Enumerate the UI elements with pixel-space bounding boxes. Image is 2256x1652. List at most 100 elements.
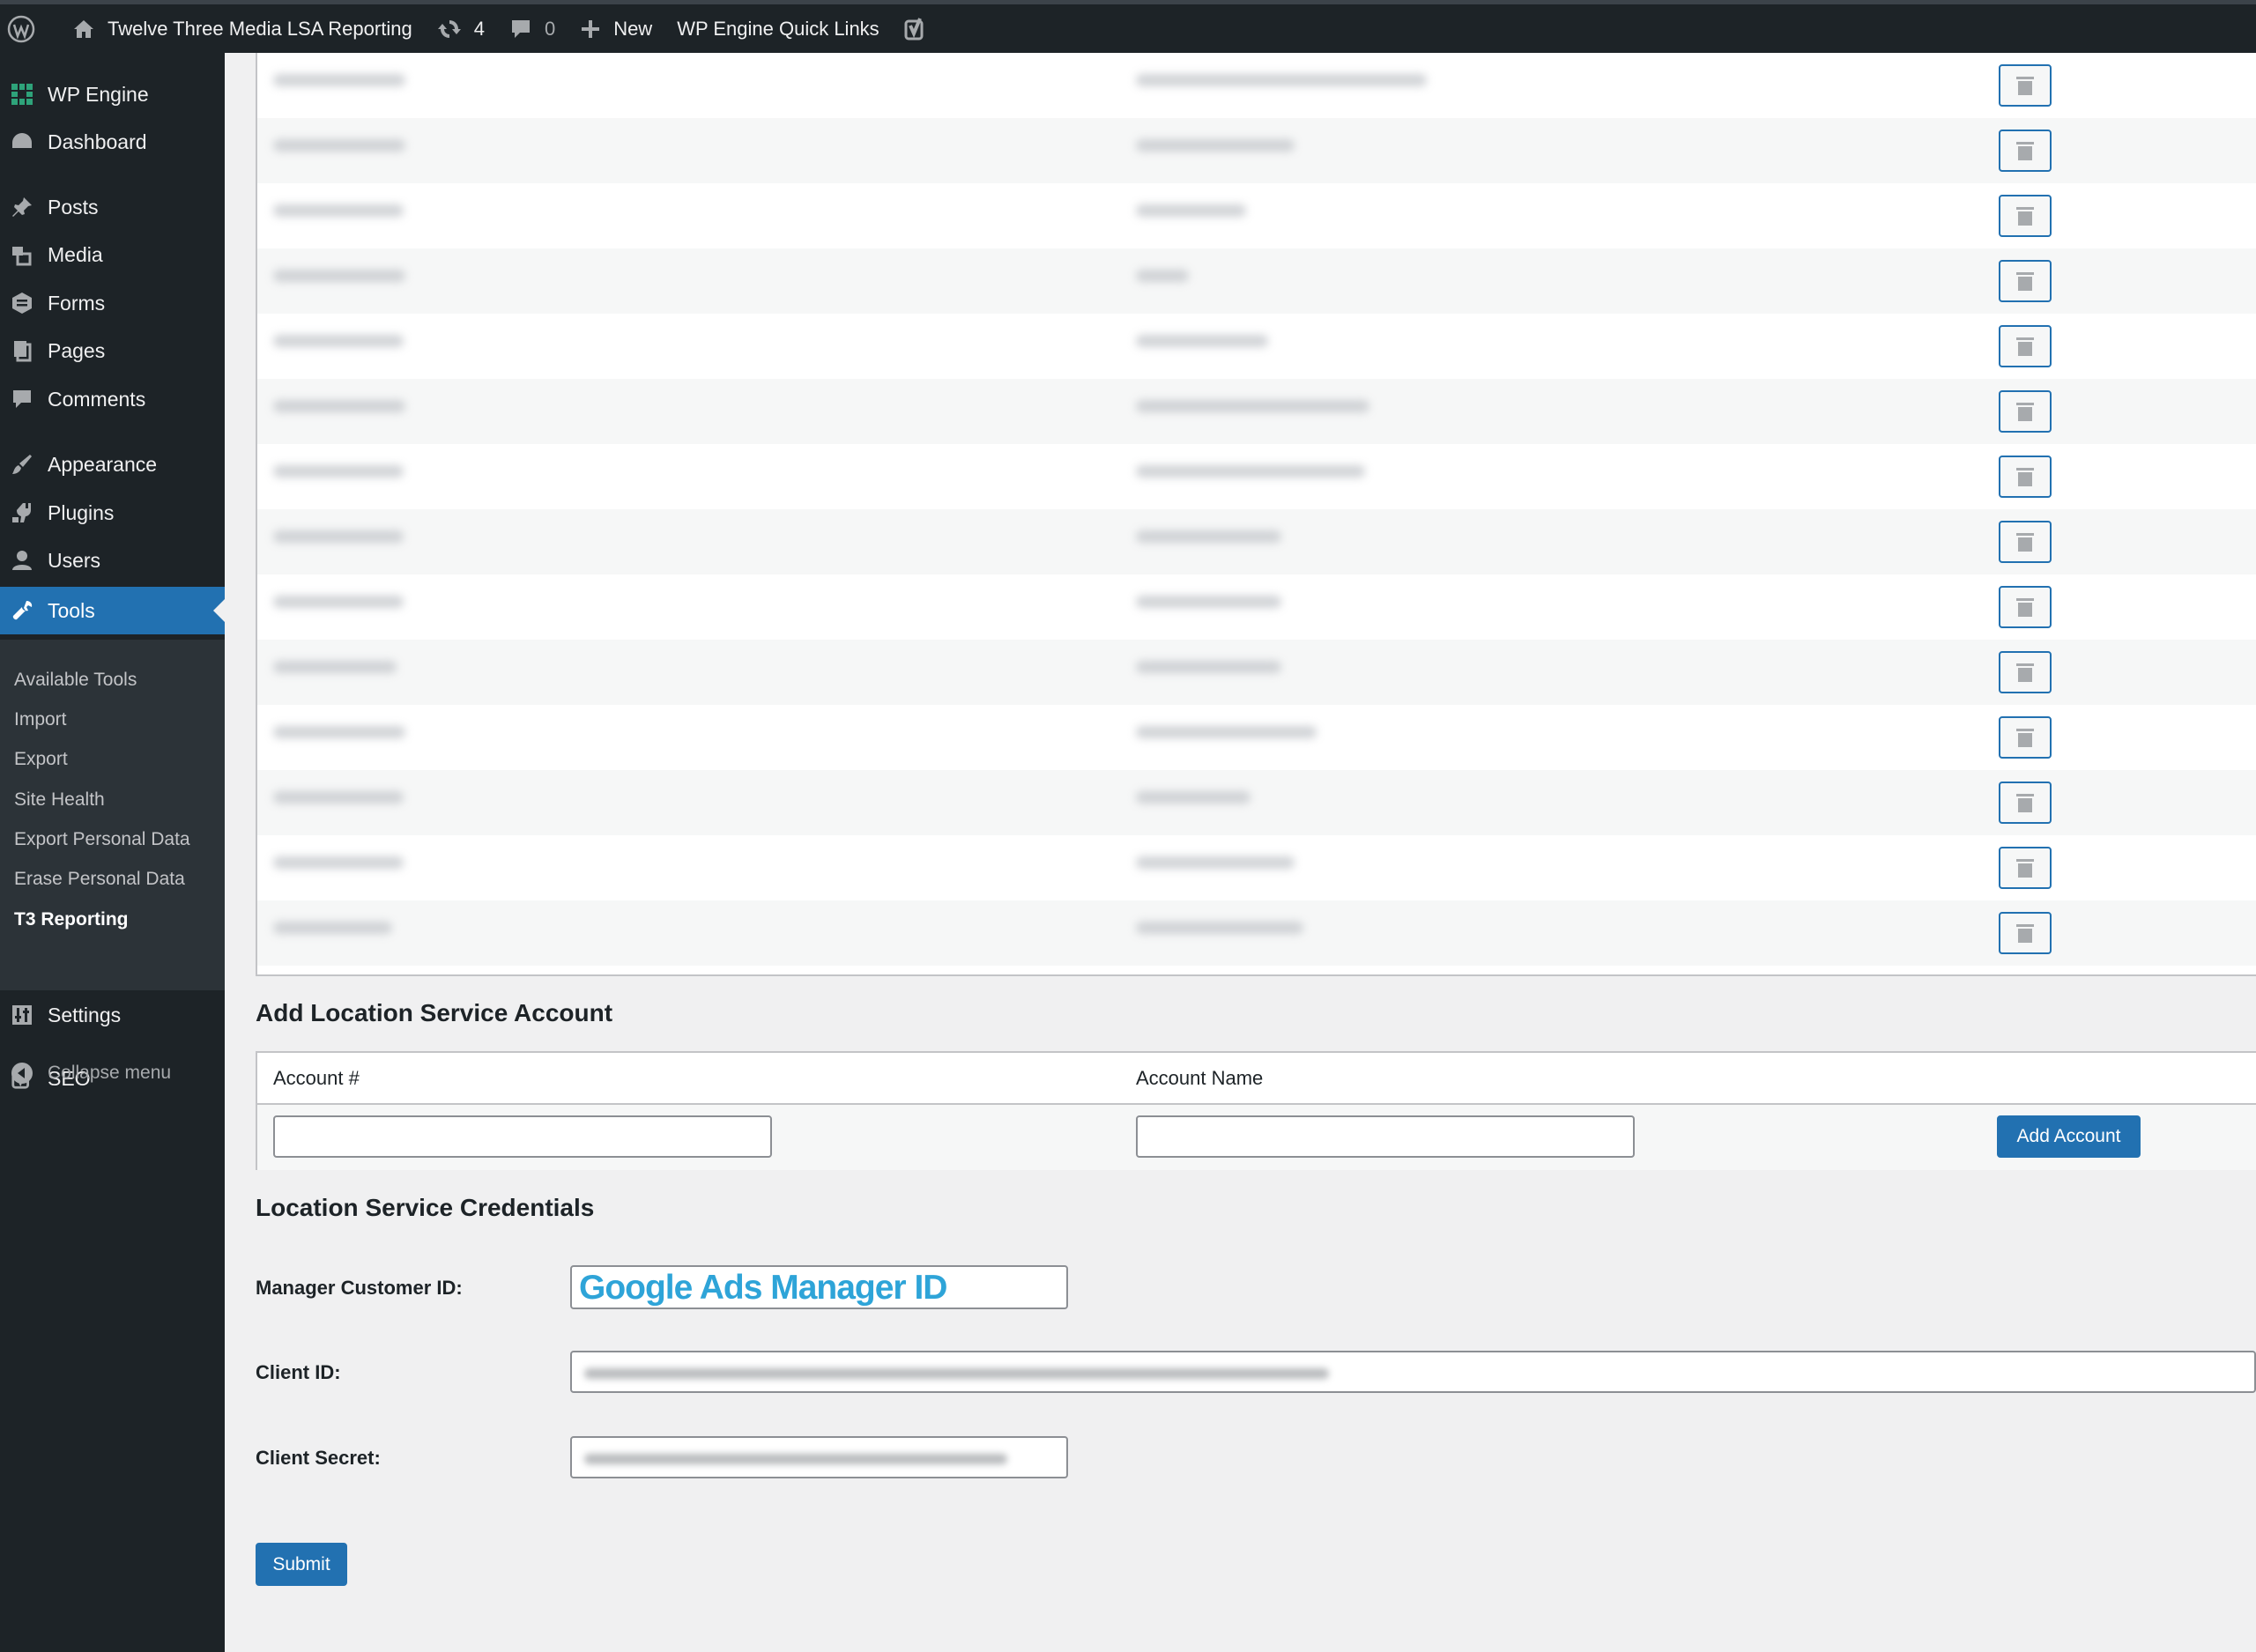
- trash-icon: [2016, 663, 2034, 682]
- site-name-link[interactable]: Twelve Three Media LSA Reporting: [72, 4, 412, 53]
- submenu-item-import[interactable]: Import: [14, 709, 67, 730]
- delete-account-button[interactable]: [1999, 782, 2052, 824]
- yoast-seo-menu[interactable]: [904, 4, 941, 53]
- redacted-account-name: [1136, 465, 1365, 478]
- plus-icon: [582, 19, 600, 38]
- trash-icon: [2016, 924, 2034, 943]
- redacted-account-number: [273, 400, 405, 412]
- settings-icon: [12, 1005, 32, 1025]
- trash-icon: [2016, 859, 2034, 878]
- trash-icon: [2016, 142, 2034, 160]
- sidebar-item-comments[interactable]: Comments: [0, 375, 225, 423]
- sidebar-item-dashboard[interactable]: Dashboard: [0, 118, 225, 166]
- delete-account-button[interactable]: [1999, 130, 2052, 172]
- updates-link[interactable]: 4: [437, 4, 485, 53]
- sidebar-item-media[interactable]: Media: [0, 231, 225, 278]
- comments-count: 0: [544, 17, 556, 40]
- delete-account-button[interactable]: [1999, 390, 2052, 433]
- sidebar-item-label: Forms: [48, 291, 106, 315]
- table-row: [257, 118, 2256, 183]
- trash-icon: [2016, 403, 2034, 421]
- table-row: [257, 640, 2256, 705]
- sidebar-item-label: WP Engine: [48, 82, 149, 106]
- add-account-button[interactable]: Add Account: [1997, 1115, 2141, 1158]
- table-row: [257, 574, 2256, 640]
- sidebar-item-label: Tools: [48, 598, 95, 622]
- table-row: [257, 314, 2256, 379]
- trash-icon: [2016, 729, 2034, 747]
- wordpress-logo[interactable]: [7, 4, 48, 53]
- redacted-account-name: [1136, 661, 1281, 673]
- table-row: [257, 444, 2256, 509]
- delete-account-button[interactable]: [1999, 260, 2052, 302]
- plugin-icon: [12, 503, 31, 522]
- trash-icon: [2016, 598, 2034, 617]
- collapse-icon: [11, 1063, 33, 1084]
- add-account-heading: Add Location Service Account: [256, 999, 613, 1026]
- table-row: [257, 900, 2256, 966]
- redacted-account-name: [1136, 922, 1303, 934]
- delete-account-button[interactable]: [1999, 456, 2052, 498]
- sidebar-item-appearance[interactable]: Appearance: [0, 441, 225, 488]
- site-name: Twelve Three Media LSA Reporting: [108, 17, 412, 40]
- sidebar-item-tools[interactable]: Tools: [0, 587, 225, 634]
- redacted-account-name: [1136, 270, 1189, 282]
- redacted-account-number: [273, 74, 405, 86]
- redacted-account-name: [1136, 74, 1427, 86]
- sidebar-item-forms[interactable]: Forms: [0, 279, 225, 327]
- accounts-table: [256, 53, 2256, 976]
- forms-icon: [12, 293, 32, 314]
- sidebar-item-pages[interactable]: Pages: [0, 327, 225, 374]
- submenu-item-site-health[interactable]: Site Health: [14, 789, 105, 811]
- account-name-input[interactable]: [1136, 1115, 1635, 1158]
- sidebar-item-label: Dashboard: [48, 130, 147, 153]
- delete-account-button[interactable]: [1999, 847, 2052, 889]
- redacted-account-number: [273, 596, 404, 608]
- sidebar-item-settings[interactable]: Settings: [0, 991, 225, 1039]
- redacted-account-name: [1136, 856, 1295, 869]
- pages-icon: [14, 341, 32, 362]
- submenu-item-t3-reporting[interactable]: T3 Reporting: [14, 909, 129, 930]
- wp-engine-quick-links[interactable]: WP Engine Quick Links: [677, 4, 879, 53]
- delete-account-button[interactable]: [1999, 912, 2052, 954]
- sidebar-item-users[interactable]: Users: [0, 537, 225, 584]
- comments-link[interactable]: 0: [509, 4, 555, 53]
- manager-customer-id-input[interactable]: Google Ads Manager ID: [570, 1265, 1068, 1309]
- delete-account-button[interactable]: [1999, 521, 2052, 563]
- submit-button[interactable]: Submit: [256, 1543, 347, 1586]
- submenu-item-export-personal-data[interactable]: Export Personal Data: [14, 829, 190, 850]
- submenu-item-export[interactable]: Export: [14, 749, 68, 770]
- account-number-input[interactable]: [273, 1115, 772, 1158]
- redacted-account-name: [1136, 139, 1295, 152]
- delete-account-button[interactable]: [1999, 195, 2052, 237]
- table-row: [257, 705, 2256, 770]
- redacted-account-name: [1136, 791, 1250, 804]
- new-content-link[interactable]: New: [580, 4, 652, 53]
- trash-icon: [2016, 533, 2034, 552]
- delete-account-button[interactable]: [1999, 325, 2052, 367]
- trash-icon: [2016, 794, 2034, 812]
- redacted-account-number: [273, 204, 404, 217]
- yoast-icon: [904, 17, 924, 40]
- redacted-account-number: [273, 922, 392, 934]
- submenu-item-available-tools[interactable]: Available Tools: [14, 670, 137, 691]
- client-id-input[interactable]: [570, 1351, 2256, 1393]
- delete-account-button[interactable]: [1999, 651, 2052, 693]
- sidebar-item-label: Appearance: [48, 452, 158, 476]
- client-secret-input[interactable]: [570, 1436, 1068, 1478]
- redacted-account-name: [1136, 335, 1268, 347]
- sidebar-item-label: Comments: [48, 387, 146, 411]
- wp-engine-icon: [11, 84, 33, 105]
- submenu-item-erase-personal-data[interactable]: Erase Personal Data: [14, 869, 185, 890]
- table-row: [257, 53, 2256, 118]
- sidebar-item-posts[interactable]: Posts: [0, 183, 225, 231]
- redacted-account-number: [273, 465, 404, 478]
- sidebar-item-plugins[interactable]: Plugins: [0, 489, 225, 537]
- client-id-label: Client ID:: [256, 1361, 341, 1383]
- delete-account-button[interactable]: [1999, 586, 2052, 628]
- add-account-input-row: Add Account: [257, 1105, 2256, 1170]
- redacted-client-secret: [584, 1454, 1007, 1464]
- delete-account-button[interactable]: [1999, 64, 2052, 107]
- delete-account-button[interactable]: [1999, 716, 2052, 759]
- sidebar-item-wp-engine[interactable]: WP Engine: [0, 70, 225, 118]
